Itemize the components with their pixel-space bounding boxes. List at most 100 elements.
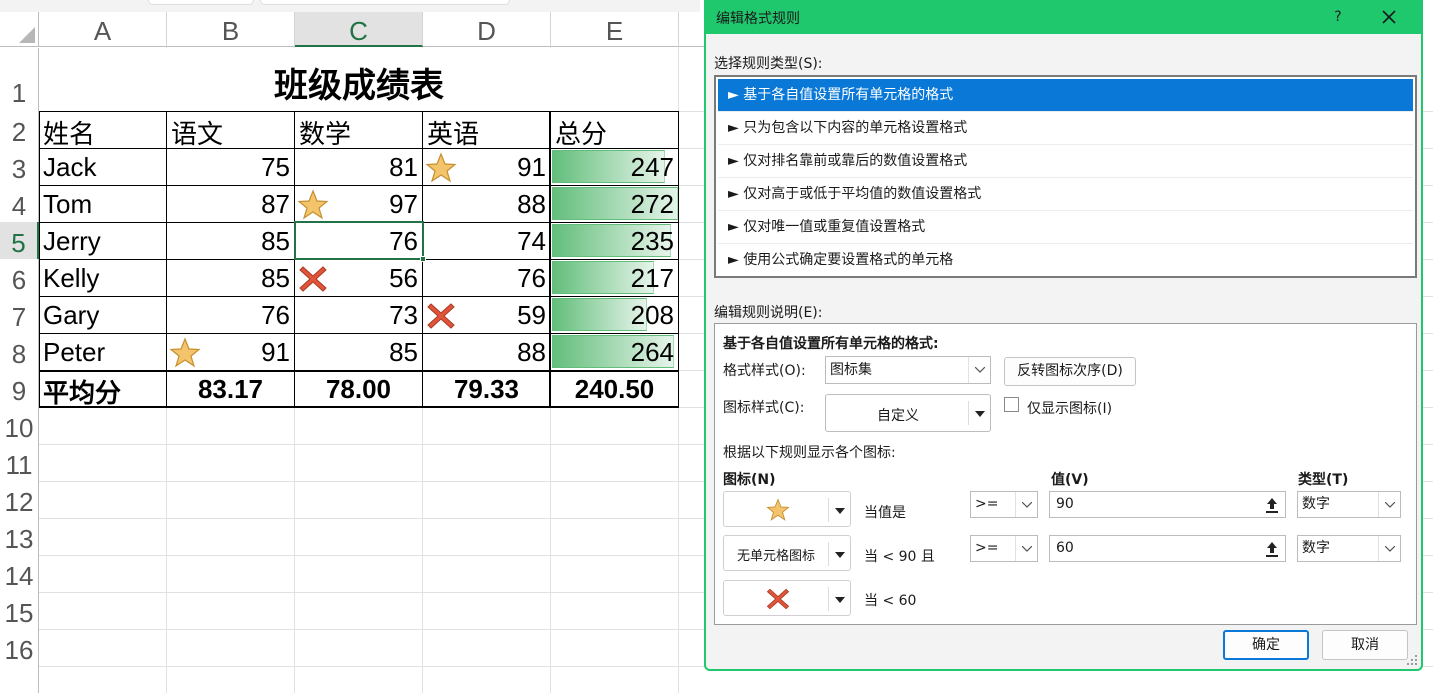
chevron-down-icon <box>1022 545 1032 552</box>
student-name[interactable]: Jack <box>43 152 96 183</box>
row-header-16[interactable]: 16 <box>0 629 39 666</box>
ok-button[interactable]: 确定 <box>1223 630 1309 660</box>
row-header-10[interactable]: 10 <box>0 407 39 444</box>
row-header-7[interactable]: 7 <box>0 296 39 333</box>
score-chinese[interactable]: 75 <box>168 152 290 183</box>
format-style-select[interactable]: 图标集 <box>825 356 991 384</box>
score-english[interactable]: 88 <box>424 337 546 368</box>
header-total[interactable]: 总分 <box>555 114 607 151</box>
active-cell-selection[interactable] <box>294 221 424 260</box>
row-header-5[interactable]: 5 <box>0 222 39 259</box>
score-chinese[interactable]: 85 <box>168 263 290 294</box>
header-name[interactable]: 姓名 <box>43 114 95 151</box>
rule-2-value-input[interactable]: 60 <box>1049 535 1286 562</box>
average-label[interactable]: 平均分 <box>43 373 121 410</box>
sheet-tab[interactable] <box>260 0 510 5</box>
rule-type-item[interactable]: ► 仅对高于或低于平均值的数值设置格式 <box>718 178 1413 211</box>
caret-down-icon <box>835 552 845 558</box>
score-english[interactable]: 88 <box>424 189 546 220</box>
show-icon-only-checkbox[interactable] <box>1004 397 1019 412</box>
column-header-b[interactable]: B <box>167 12 295 47</box>
reverse-icon-order-button[interactable]: 反转图标次序(D) <box>1004 357 1136 386</box>
icon-style-label: 图标样式(C): <box>723 400 805 416</box>
help-button[interactable]: ? <box>1326 4 1350 30</box>
row-header-4[interactable]: 4 <box>0 185 39 222</box>
sheet-tab[interactable] <box>148 0 254 5</box>
header-math[interactable]: 数学 <box>299 114 351 151</box>
column-header-c[interactable]: C <box>295 12 423 47</box>
average-total[interactable]: 240.50 <box>552 374 677 405</box>
red-x-icon <box>766 588 790 610</box>
score-total[interactable]: 247 <box>552 152 674 183</box>
rule-2-type-select[interactable]: 数字 <box>1297 535 1401 562</box>
icon-style-select[interactable]: 自定义 <box>825 394 991 432</box>
rule-3-condition: 当 < 60 <box>864 593 917 609</box>
icon-rule-1-select[interactable] <box>723 491 851 527</box>
score-chinese[interactable]: 87 <box>168 189 290 220</box>
collapse-dialog-icon[interactable] <box>1261 538 1283 560</box>
rule-1-value-input[interactable]: 90 <box>1049 491 1286 518</box>
score-chinese[interactable]: 76 <box>168 300 290 331</box>
rule-1-type-select[interactable]: 数字 <box>1297 491 1401 518</box>
icon-rule-2-select[interactable]: 无单元格图标 <box>723 535 851 571</box>
score-english[interactable]: 76 <box>424 263 546 294</box>
average-chinese[interactable]: 83.17 <box>168 374 293 405</box>
score-total[interactable]: 264 <box>552 337 674 368</box>
row-header-6[interactable]: 6 <box>0 259 39 296</box>
dialog-title-bar[interactable]: 编辑格式规则 ? <box>704 0 1423 34</box>
header-english[interactable]: 英语 <box>427 114 479 151</box>
fill-handle[interactable] <box>420 256 426 262</box>
icon-rule-3-select[interactable] <box>723 580 851 616</box>
row-header-9[interactable]: 9 <box>0 370 39 407</box>
student-name[interactable]: Gary <box>43 300 99 331</box>
rule-2-operator-select[interactable]: >= <box>970 535 1038 562</box>
student-name[interactable]: Tom <box>43 189 92 220</box>
select-all-corner[interactable] <box>0 12 39 47</box>
cancel-button[interactable]: 取消 <box>1322 630 1408 660</box>
score-math[interactable]: 85 <box>296 337 418 368</box>
score-english[interactable]: 74 <box>424 226 546 257</box>
score-total[interactable]: 272 <box>552 189 674 220</box>
rule-1-operator-select[interactable]: >= <box>970 491 1038 518</box>
collapse-dialog-icon[interactable] <box>1261 494 1283 516</box>
score-chinese[interactable]: 85 <box>168 226 290 257</box>
resize-grip-icon[interactable] <box>1406 654 1418 666</box>
score-math[interactable]: 73 <box>296 300 418 331</box>
row-header-2[interactable]: 2 <box>0 111 39 148</box>
rule-type-item[interactable]: ► 使用公式确定要设置格式的单元格 <box>718 244 1413 277</box>
column-header-a[interactable]: A <box>39 12 167 47</box>
student-name[interactable]: Jerry <box>43 226 101 257</box>
row-header-11[interactable]: 11 <box>0 444 39 481</box>
row-header-8[interactable]: 8 <box>0 333 39 370</box>
column-header-e[interactable]: E <box>551 12 679 47</box>
rule-type-label: 选择规则类型(S): <box>714 56 823 72</box>
score-math[interactable]: 81 <box>296 152 418 183</box>
column-header-d[interactable]: D <box>423 12 551 47</box>
rule-type-item[interactable]: ► 仅对唯一值或重复值设置格式 <box>718 211 1413 244</box>
screen: A B C D E 1 2 3 4 5 6 7 8 9 10 11 12 13 … <box>0 0 1433 693</box>
row-header-3[interactable]: 3 <box>0 148 39 185</box>
row-header-15[interactable]: 15 <box>0 592 39 629</box>
score-total[interactable]: 235 <box>552 226 674 257</box>
rule-2-type: 数字 <box>1302 540 1330 556</box>
rule-type-item[interactable]: ► 只为包含以下内容的单元格设置格式 <box>718 112 1413 145</box>
no-cell-icon-text: 无单元格图标 <box>736 549 815 564</box>
rule-type-item[interactable]: ► 仅对排名靠前或靠后的数值设置格式 <box>718 145 1413 178</box>
average-english[interactable]: 79.33 <box>424 374 549 405</box>
average-math[interactable]: 78.00 <box>296 374 421 405</box>
row-header-13[interactable]: 13 <box>0 518 39 555</box>
rule-type-list[interactable]: ► 基于各自值设置所有单元格的格式 ► 只为包含以下内容的单元格设置格式 ► 仅… <box>714 75 1417 278</box>
chevron-down-icon <box>1385 501 1395 508</box>
student-name[interactable]: Kelly <box>43 263 99 294</box>
score-total[interactable]: 217 <box>552 263 674 294</box>
rule-type-item[interactable]: ► 基于各自值设置所有单元格的格式 <box>718 79 1413 112</box>
row-header-1[interactable]: 1 <box>0 48 39 111</box>
row-header-17[interactable] <box>0 666 39 693</box>
close-icon[interactable] <box>1376 4 1402 30</box>
header-chinese[interactable]: 语文 <box>171 114 223 151</box>
row-header-12[interactable]: 12 <box>0 481 39 518</box>
row-header-14[interactable]: 14 <box>0 555 39 592</box>
score-total[interactable]: 208 <box>552 300 674 331</box>
sheet-title[interactable]: 班级成绩表 <box>40 58 678 107</box>
student-name[interactable]: Peter <box>43 337 105 368</box>
